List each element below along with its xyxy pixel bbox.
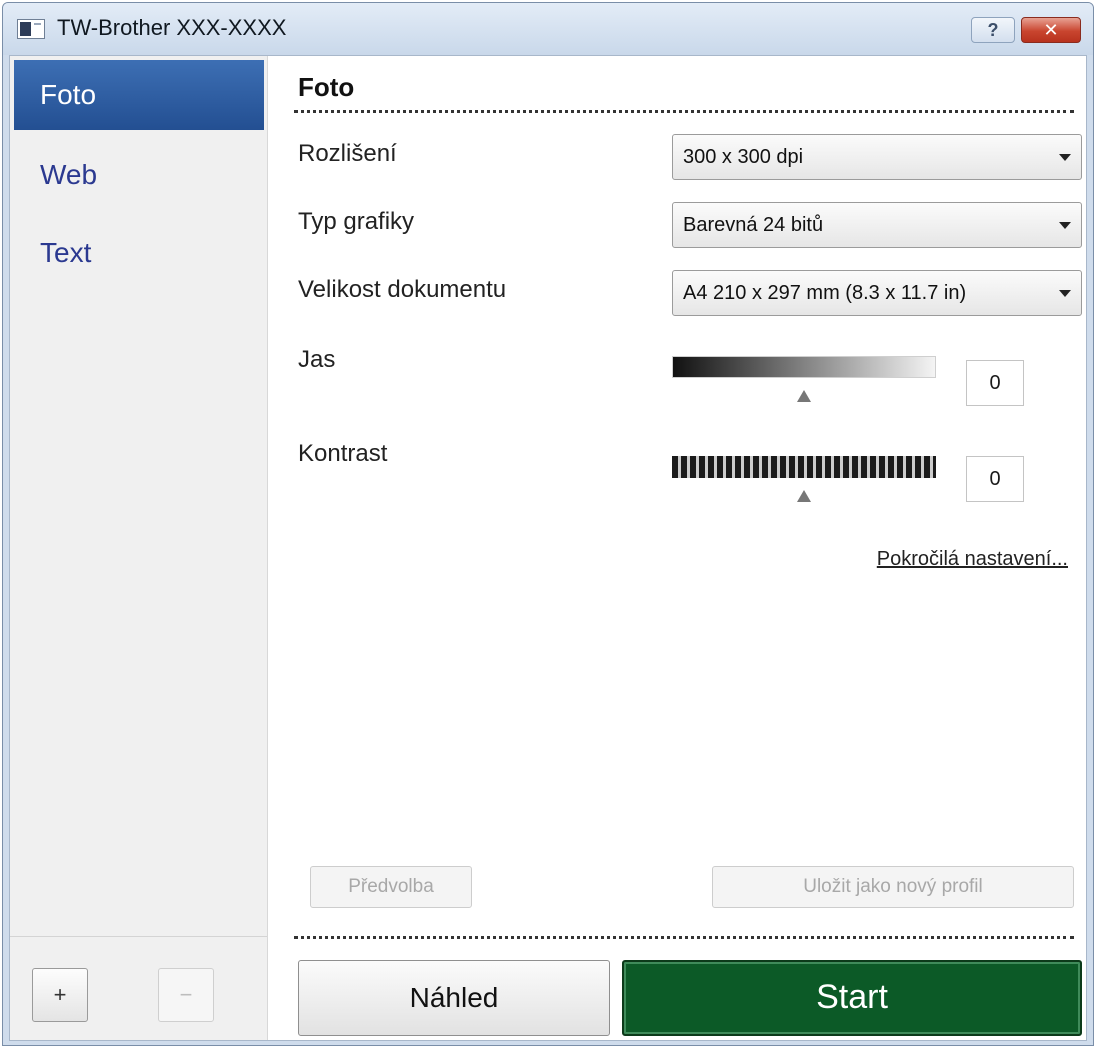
image-type-value: Barevná 24 bitů — [683, 214, 824, 236]
close-button[interactable]: ✕ — [1021, 17, 1081, 43]
scanner-app-icon — [17, 19, 45, 39]
sidebar-item-text[interactable]: Text — [14, 218, 264, 288]
remove-profile-button[interactable]: − — [158, 968, 214, 1022]
resolution-select[interactable]: 300 x 300 dpi — [672, 134, 1082, 180]
document-size-label: Velikost dokumentu — [298, 276, 507, 303]
start-button[interactable]: Start — [622, 960, 1082, 1036]
brightness-slider-thumb[interactable] — [797, 390, 811, 402]
add-profile-button[interactable]: + — [32, 968, 88, 1022]
chevron-down-icon — [1059, 222, 1071, 229]
preview-button[interactable]: Náhled — [298, 960, 610, 1036]
sidebar-item-web[interactable]: Web — [14, 140, 264, 210]
advanced-settings-link[interactable]: Pokročilá nastavení... — [877, 548, 1068, 571]
plus-icon: + — [53, 982, 67, 1007]
settings-panel: Foto Rozlišení 300 x 300 dpi Typ grafiky… — [268, 56, 1086, 1040]
brightness-value-field[interactable]: 0 — [966, 360, 1024, 406]
image-type-label: Typ grafiky — [298, 208, 415, 235]
contrast-slider-track[interactable] — [672, 456, 936, 478]
document-size-value: A4 210 x 297 mm (8.3 x 11.7 in) — [683, 282, 967, 304]
profile-sidebar: Foto Web Text + − — [10, 56, 268, 1040]
save-profile-button[interactable]: Uložit jako nový profil — [712, 866, 1074, 908]
close-icon: ✕ — [1043, 19, 1059, 40]
window-title: TW-Brother XXX-XXXX — [57, 15, 287, 40]
image-type-select[interactable]: Barevná 24 bitů — [672, 202, 1082, 248]
chevron-down-icon — [1059, 154, 1071, 161]
page-title: Foto — [298, 72, 355, 102]
resolution-label: Rozlišení — [298, 140, 397, 167]
dialog-client-area: Foto Web Text + − Foto Rozlišení 300 x 3… — [9, 55, 1087, 1041]
sidebar-item-label: Foto — [40, 79, 97, 110]
top-dotted-divider — [294, 110, 1074, 113]
sidebar-item-label: Web — [40, 159, 98, 190]
brightness-label: Jas — [298, 346, 336, 373]
brightness-slider-track[interactable] — [672, 356, 936, 378]
sidebar-item-foto[interactable]: Foto — [14, 60, 264, 130]
sidebar-divider — [10, 936, 267, 937]
chevron-down-icon — [1059, 290, 1071, 297]
preset-button[interactable]: Předvolba — [310, 866, 472, 908]
help-icon: ? — [987, 19, 999, 40]
bottom-dotted-divider — [294, 936, 1074, 939]
title-bar[interactable]: TW-Brother XXX-XXXX ? ✕ — [3, 3, 1093, 55]
document-size-select[interactable]: A4 210 x 297 mm (8.3 x 11.7 in) — [672, 270, 1082, 316]
sidebar-item-label: Text — [40, 237, 92, 268]
resolution-value: 300 x 300 dpi — [683, 146, 804, 168]
contrast-label: Kontrast — [298, 440, 388, 467]
minus-icon: − — [179, 982, 193, 1007]
contrast-value-field[interactable]: 0 — [966, 456, 1024, 502]
contrast-slider-thumb[interactable] — [797, 490, 811, 502]
scan-dialog-window: TW-Brother XXX-XXXX ? ✕ Foto Web Text + … — [2, 2, 1094, 1046]
help-button[interactable]: ? — [971, 17, 1015, 43]
